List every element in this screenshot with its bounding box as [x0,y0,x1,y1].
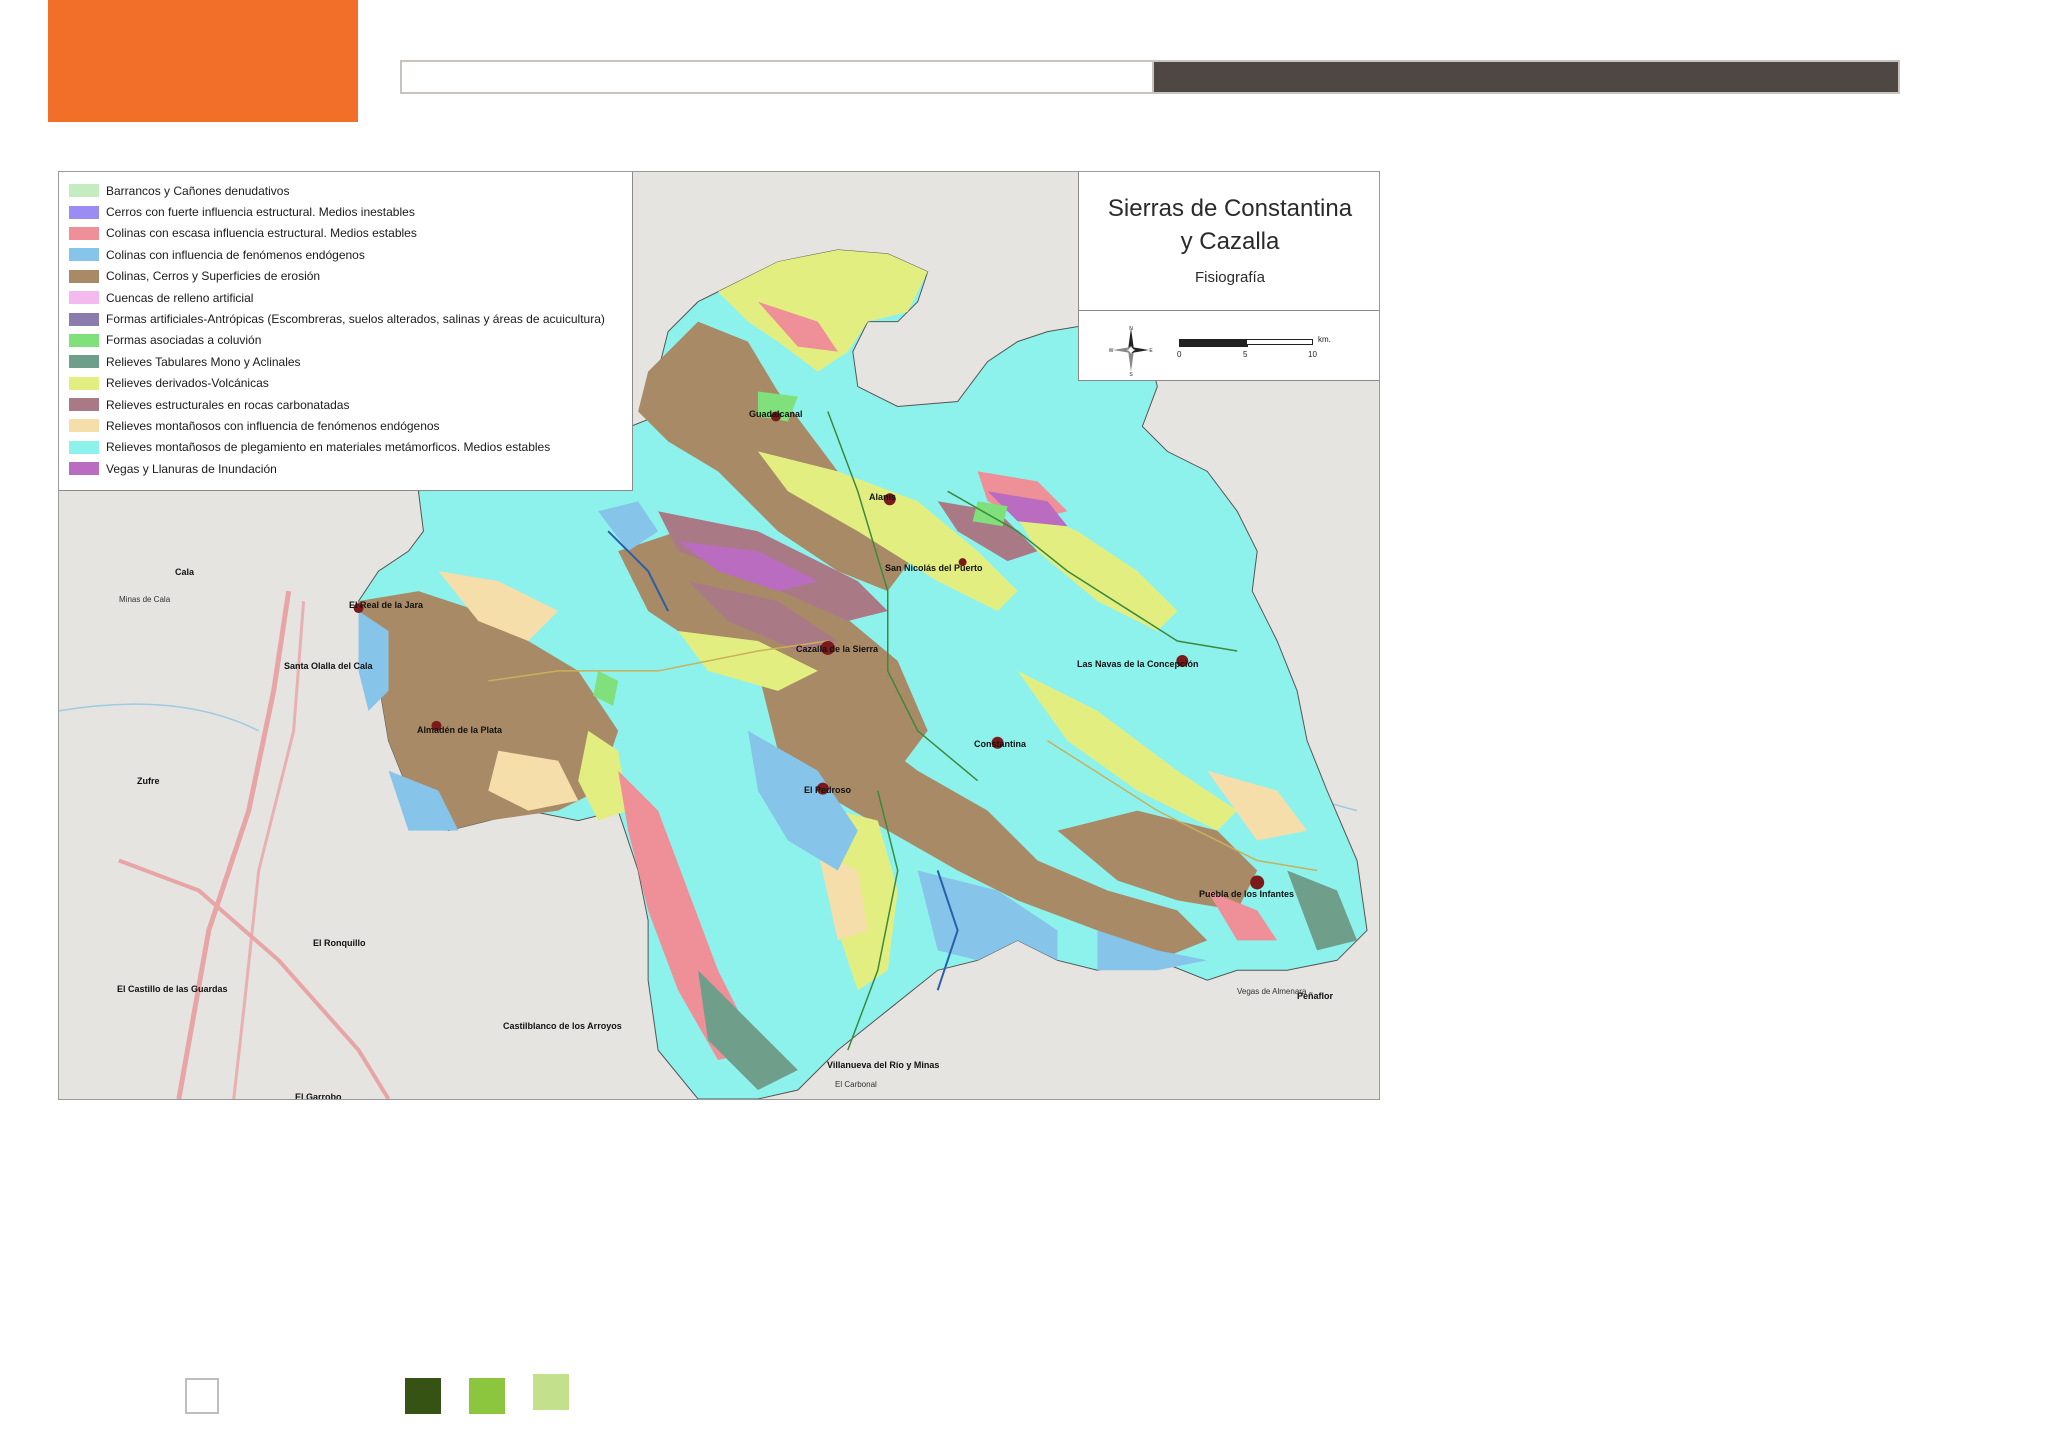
footer-square-dark-green [405,1378,441,1414]
place-alanis: Alanís [869,492,897,502]
place-carbonal: El Carbonal [835,1080,877,1089]
place-guadalcanal: Guadalcanal [749,409,803,419]
legend-item: Barrancos y Cañones denudativos [69,180,632,201]
place-constantina: Constantina [974,739,1027,749]
place-ronquillo: El Ronquillo [313,938,366,948]
legend-swatch [69,312,99,326]
legend-item: Relieves montañosos de plegamiento en ma… [69,437,632,458]
legend-label: Relieves Tabulares Mono y Aclinales [106,354,301,369]
legend-swatch [69,376,99,390]
header-bar-dark [1154,62,1898,92]
legend-label: Cerros con fuerte influencia estructural… [106,205,415,220]
legend-label: Relieves montañosos con influencia de fe… [106,418,440,433]
legend-label: Cuencas de relleno artificial [106,290,254,305]
legend-label: Relieves montañosos de plegamiento en ma… [106,440,551,455]
place-cala: Cala [175,567,195,577]
footer-square-green [469,1378,505,1414]
place-san-nicolas: San Nicolás del Puerto [885,563,983,573]
legend-label: Colinas con influencia de fenómenos endó… [106,247,365,262]
place-pedroso: El Pedroso [804,785,852,795]
legend-swatch [69,398,99,412]
legend-label: Colinas con escasa influencia estructura… [106,226,417,241]
legend-swatch [69,333,99,347]
legend-item: Relieves montañosos con influencia de fe… [69,415,632,436]
place-castilblanco: Castilblanco de los Arroyos [503,1021,622,1031]
legend-label: Formas artificiales-Antrópicas (Escombre… [106,312,605,327]
place-puebla: Puebla de los Infantes [1199,889,1295,899]
legend-swatch [69,440,99,454]
legend-swatch [69,291,99,305]
footer-square-empty [185,1378,219,1414]
scale-tick-0: 0 [1177,350,1182,359]
place-minas-cala: Minas de Cala [119,595,171,604]
place-real-jara: El Real de la Jara [349,600,424,610]
legend-item: Formas artificiales-Antrópicas (Escombre… [69,308,632,329]
legend-swatch [69,419,99,433]
legend-item: Formas asociadas a coluvión [69,330,632,351]
legend-item: Relieves derivados-Volcánicas [69,373,632,394]
place-villanueva: Villanueva del Río y Minas [827,1060,940,1070]
compass-e: E [1149,348,1153,354]
header-bar-light [402,62,1154,92]
legend-item: Cerros con fuerte influencia estructural… [69,201,632,222]
place-vegas: Vegas de Almenara [1237,987,1307,996]
map-subtitle: Fisiografía [1194,269,1266,286]
map-legend: Barrancos y Cañones denudativos Cerros co… [59,172,633,491]
legend-item: Relieves Tabulares Mono y Aclinales [69,351,632,372]
legend-swatch [69,248,99,262]
map-title-line-2: y Cazalla [1180,228,1280,255]
legend-label: Relieves estructurales en rocas carbonat… [106,397,350,412]
legend-swatch [69,462,99,476]
place-castillo: El Castillo de las Guardas [117,984,228,994]
scale-tick-5: 5 [1243,350,1248,359]
map-title-box: Sierras de Constantina y Cazalla Fisiogr… [1078,172,1379,381]
footer-square-light-green [533,1374,569,1410]
legend-label: Relieves derivados-Volcánicas [106,376,269,391]
place-zufre: Zufre [137,776,160,786]
place-navas: Las Navas de la Concepción [1077,659,1199,669]
legend-swatch [69,184,99,198]
legend-item: Colinas con escasa influencia estructura… [69,223,632,244]
scale-segment-light [1246,339,1313,345]
legend-item: Cuencas de relleno artificial [69,287,632,308]
physiography-map[interactable]: Alanís San Nicolás del Puerto Cazalla de… [58,171,1380,1100]
scale-segment-dark [1179,339,1248,347]
legend-swatch [69,205,99,219]
legend-label: Barrancos y Cañones denudativos [106,183,290,198]
scale-tick-10: 10 [1308,350,1317,359]
map-title-line-1: Sierras de Constantina [1107,195,1353,222]
legend-item: Relieves estructurales en rocas carbonat… [69,394,632,415]
legend-swatch [69,226,99,240]
compass-w: W [1109,348,1114,354]
place-garrobo: El Garrobo [295,1092,342,1100]
legend-item: Vegas y Llanuras de Inundación [69,458,632,479]
header-bar [400,60,1900,94]
place-almaden: Almadén de la Plata [417,725,503,735]
map-title: Sierras de Constantina y Cazalla [1079,192,1379,258]
place-cazalla: Cazalla de la Sierra [796,644,879,654]
scale-unit: km. [1318,335,1331,344]
legend-item: Colinas, Cerros y Superficies de erosión [69,266,632,287]
legend-swatch [69,355,99,369]
orange-header-block [48,0,358,122]
compass-n: N [1129,326,1133,332]
place-santa-olalla: Santa Olalla del Cala [284,661,373,671]
legend-label: Formas asociadas a coluvión [106,333,262,348]
legend-swatch [69,269,99,283]
title-divider [1079,310,1379,311]
compass-s: S [1129,372,1133,376]
legend-label: Colinas, Cerros y Superficies de erosión [106,269,321,284]
town-dot-puebla [1250,875,1265,890]
compass-icon: N S E W [1109,326,1153,376]
legend-label: Vegas y Llanuras de Inundación [106,461,277,476]
scale-bar: 0 5 10 km. [1177,335,1349,369]
legend-item: Colinas con influencia de fenómenos endó… [69,244,632,265]
